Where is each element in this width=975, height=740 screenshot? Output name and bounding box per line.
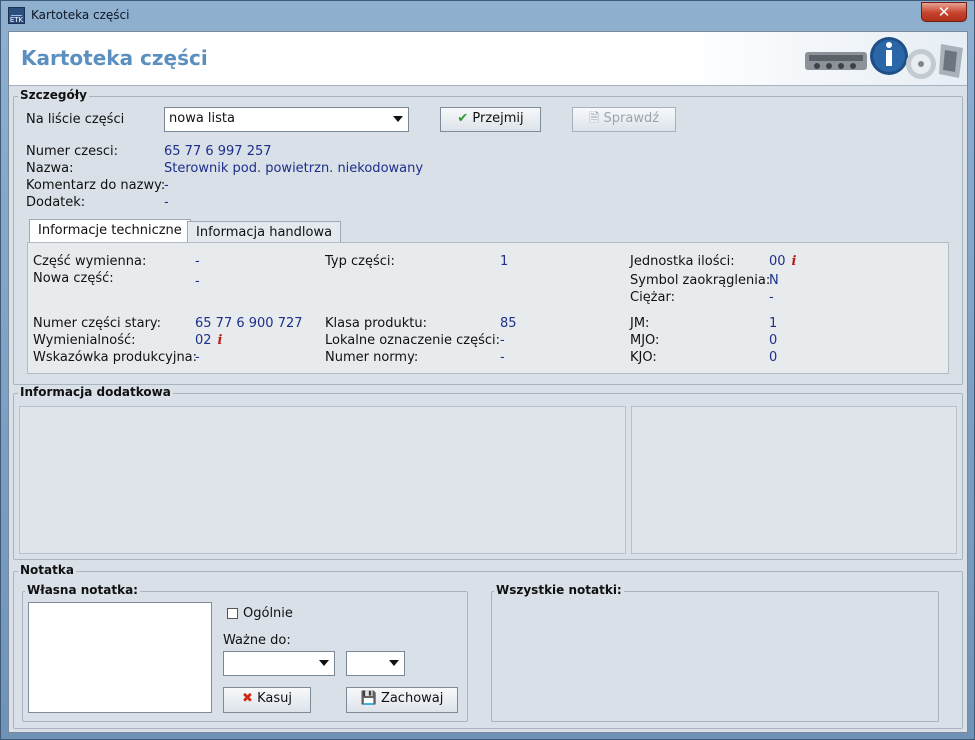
tech-label-kjo: KJO: [630,350,657,365]
own-note-textarea[interactable] [28,602,212,713]
valid-to-label: Ważne do: [223,633,291,648]
etk-app-icon: ETK [8,7,25,24]
tech-label-mjo: MJO: [630,333,660,348]
tech-value-weight: - [769,290,774,305]
header-banner: Kartoteka części [9,32,967,86]
part-list-value: nowa lista [169,111,235,126]
tech-value-product-class: 85 [500,316,517,331]
tech-label-replacement-part: Część wymienna: [33,254,147,269]
general-checkbox[interactable] [227,608,238,619]
floppy-disk-icon: 💾 [360,691,377,706]
close-button[interactable]: ✕ [921,2,967,22]
tech-value-part-type: 1 [500,254,509,269]
tech-value-old-part-number: 65 77 6 900 727 [195,316,303,331]
valid-to-time-dropdown[interactable] [346,651,405,676]
tech-value-mjo: 0 [769,333,778,348]
tab-commercial-info[interactable]: Informacja handlowa [187,221,342,243]
part-list-dropdown[interactable]: nowa lista [164,107,409,132]
valid-to-date-dropdown[interactable] [223,651,335,676]
tech-value-replacement-part: - [195,254,200,269]
tech-value-local-designation: - [500,333,505,348]
list-label: Na liście części [26,112,125,127]
document-search-icon: 🗎 [588,111,600,126]
delete-note-button[interactable]: ✖ Kasuj [223,687,311,713]
save-note-button[interactable]: 💾 Zachowaj [346,687,458,713]
chevron-down-icon [393,116,403,122]
additional-info-left-panel [19,406,626,554]
all-notes-label: Wszystkie notatki: [494,583,624,597]
page-title: Kartoteka części [21,46,208,70]
tech-value-standard-number: - [500,350,505,365]
tech-label-part-type: Typ części: [325,254,395,269]
field-label-name: Nazwa: [26,161,74,176]
chevron-down-icon [319,660,329,666]
tech-value-production-hint: - [195,350,200,365]
tech-value-interchangeability: 02 i [195,333,223,348]
all-notes-group: Wszystkie notatki: [491,583,939,722]
chevron-down-icon [389,660,399,666]
window-title: Kartoteka części [31,8,130,22]
field-value-part-number: 65 77 6 997 257 [164,144,272,159]
app-window: ETK Kartoteka części ✕ Kartoteka części [0,0,975,740]
tech-label-old-part-number: Numer części stary: [33,316,162,331]
tech-value-new-part: - [195,274,200,289]
client-area: Kartoteka części Szczegóły Na liście czę… [8,31,968,733]
accept-button[interactable]: ✔ Przejmij [440,107,541,132]
title-bar[interactable]: ETK Kartoteka części ✕ [1,1,974,29]
tech-label-production-hint: Wskazówka produkcyjna: [33,350,198,365]
tech-label-standard-number: Numer normy: [325,350,419,365]
general-checkbox-label: Ogólnie [243,606,293,621]
tech-value-kjo: 0 [769,350,778,365]
notes-group-label: Notatka [18,563,76,577]
field-label-addition: Dodatek: [26,195,86,210]
tech-label-interchangeability: Wymienialność: [33,333,136,348]
info-icon[interactable]: i [218,333,223,348]
parts-info-logo [805,37,963,79]
info-icon[interactable]: i [792,254,797,269]
field-value-addition: - [164,195,169,210]
field-label-part-number: Numer czesci: [26,144,118,159]
tech-value-rounding-symbol: N [769,273,779,288]
field-value-name: Sterownik pod. powietrzn. niekodowany [164,161,424,176]
own-note-label: Własna notatka: [25,583,140,597]
tab-technical-info[interactable]: Informacje techniczne [29,219,191,243]
tech-label-jm: JM: [630,316,650,331]
tech-label-new-part: Nowa część: [33,271,114,286]
tech-label-rounding-symbol: Symbol zaokrąglenia: [630,273,771,288]
tech-label-weight: Ciężar: [630,290,675,305]
additional-info-label: Informacja dodatkowa [18,385,173,399]
tech-label-local-designation: Lokalne oznaczenie części: [325,333,501,348]
checkmark-icon: ✔ [457,111,469,126]
field-value-name-comment: - [164,178,169,193]
details-group-label: Szczegóły [18,88,89,102]
additional-info-right-panel [631,406,957,554]
tech-label-quantity-unit: Jednostka ilości: [630,254,735,269]
tech-value-jm: 1 [769,316,778,331]
tech-value-quantity-unit: 00 i [769,254,797,269]
tech-label-product-class: Klasa produktu: [325,316,427,331]
field-label-name-comment: Komentarz do nazwy: [26,178,166,193]
delete-x-icon: ✖ [242,691,253,706]
check-button[interactable]: 🗎 Sprawdź [572,107,676,132]
close-icon: ✕ [937,3,951,21]
